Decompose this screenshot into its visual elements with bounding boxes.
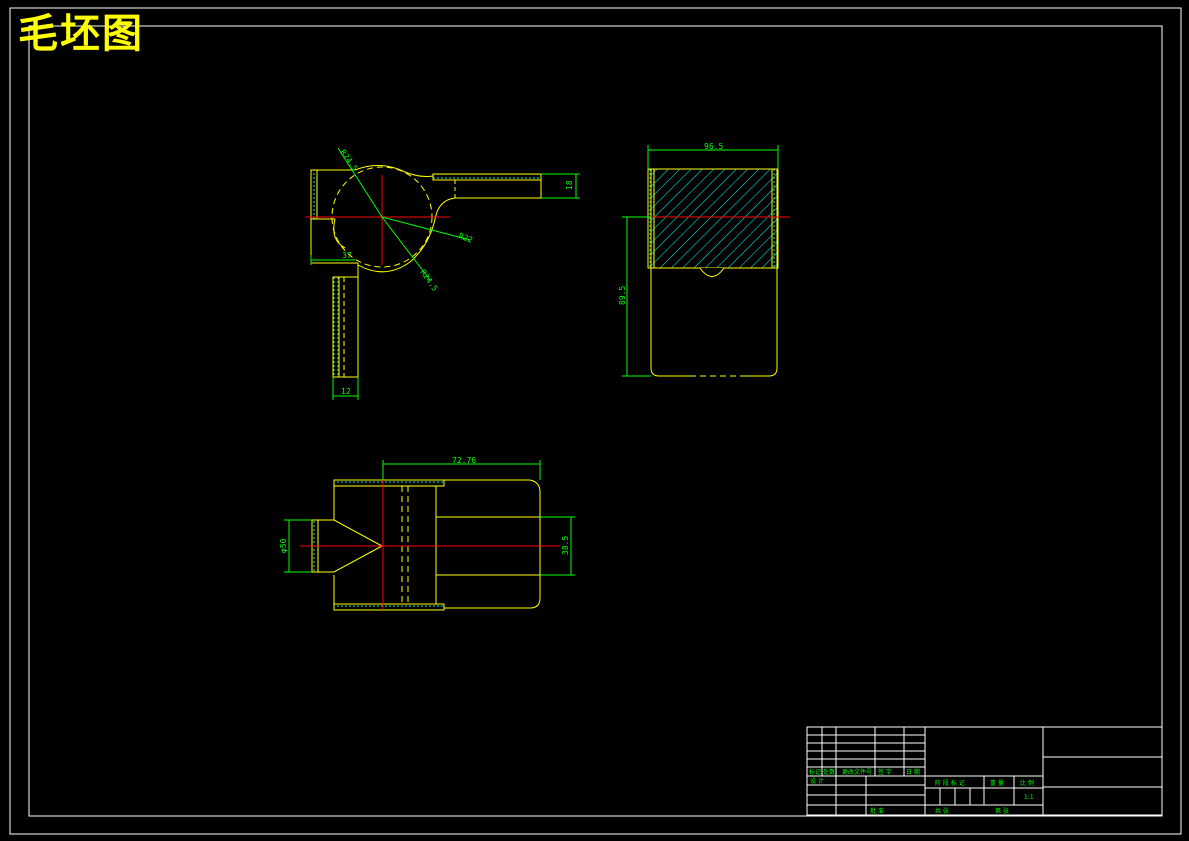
tb-label-design: 设 计 — [810, 777, 824, 785]
inner-border — [28, 25, 1163, 817]
tb-scale-value: 1:1 — [1024, 794, 1034, 801]
dim-front-r3: R24.5 — [418, 268, 439, 293]
dim-front-r1: R24.5 — [338, 148, 359, 173]
front-view — [305, 147, 580, 400]
tb-label-count: 处数 — [823, 768, 835, 776]
dim-front-bottom: 12 — [341, 387, 351, 396]
tb-label-sign: 签 字 — [878, 768, 892, 776]
tb-label-stage: 阶 段 标 记 — [935, 779, 965, 787]
tb-label-sheet-no: 第 张 — [995, 807, 1009, 815]
tb-label-sheets-total: 共 张 — [935, 807, 949, 815]
dim-side-width: 96.5 — [704, 142, 723, 151]
sheet-title: 毛坯图 — [18, 10, 144, 57]
tb-label-approve: 批 准 — [870, 807, 884, 815]
dim-front-r2: R22 — [457, 231, 474, 244]
top-view — [284, 460, 575, 611]
dim-side-height: 89.5 — [618, 286, 627, 305]
dim-top-left-height: φ50 — [279, 538, 288, 553]
tb-label-mark: 标记 — [809, 768, 821, 776]
tb-label-date: 日 期 — [906, 768, 920, 776]
tb-label-scale: 比 例 — [1020, 779, 1034, 787]
dim-top-right-height: 38.5 — [561, 536, 570, 555]
dim-front-width: 37 — [342, 251, 352, 260]
outer-border — [9, 7, 1182, 835]
cad-drawing: R24.5 R22 R24.5 37 18 12 96.5 89.5 72.76… — [9, 7, 1182, 835]
tb-label-change-doc: 更改文件号 — [842, 768, 872, 776]
dim-top-width: 72.76 — [452, 456, 476, 465]
dim-front-height-right: 18 — [565, 180, 574, 190]
side-view — [622, 145, 790, 377]
tb-label-weight: 重 量 — [990, 779, 1004, 787]
